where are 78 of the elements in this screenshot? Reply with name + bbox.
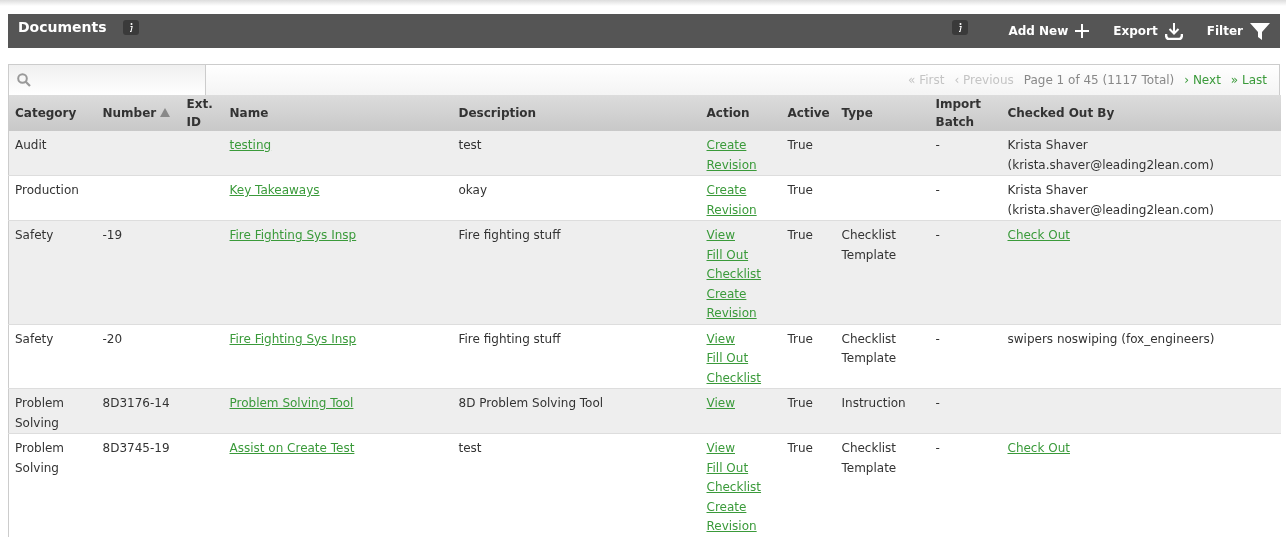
- table-cell: Safety: [15, 228, 54, 242]
- search-field[interactable]: [9, 65, 206, 95]
- action-link[interactable]: View: [706, 226, 735, 246]
- table-cell: 8D Problem Solving Tool: [458, 396, 604, 410]
- column-header[interactable]: Name: [223, 95, 453, 131]
- table-cell: True: [787, 331, 813, 346]
- action-link[interactable]: Create Revision: [706, 136, 776, 175]
- plus-icon: [1075, 24, 1090, 38]
- column-header[interactable]: Category: [8, 95, 97, 131]
- filter-icon: [1250, 22, 1270, 40]
- action-link[interactable]: Create Revision: [706, 284, 776, 324]
- check-out-link[interactable]: Check Out: [1007, 441, 1070, 455]
- column-header[interactable]: Checked Out By: [1001, 95, 1281, 131]
- table-cell: Problem Solving: [15, 396, 65, 430]
- document-link[interactable]: Problem Solving Tool: [229, 396, 354, 410]
- page-summary: Page 1 of 45 (1117 Total): [1023, 73, 1175, 87]
- table-cell: -20: [102, 331, 123, 346]
- download-icon: [1164, 22, 1183, 40]
- table-cell: Fire fighting stuff: [458, 228, 561, 242]
- table-cell: -: [935, 441, 940, 455]
- action-link[interactable]: Fill Out Checklist: [706, 349, 776, 388]
- page-title: Documents: [18, 19, 107, 35]
- pagination-link[interactable]: » Last: [1230, 73, 1267, 87]
- table-cell: Production: [15, 183, 79, 197]
- table-cell: Problem Solving: [15, 441, 65, 475]
- info-icon[interactable]: [952, 19, 969, 35]
- table-cell: swipers noswiping (fox_engineers): [1007, 331, 1215, 346]
- table-cell: Fire fighting stuff: [458, 331, 561, 346]
- table-cell: True: [787, 441, 813, 455]
- table-cell: -: [935, 138, 940, 152]
- document-link[interactable]: Fire Fighting Sys Insp: [229, 331, 357, 346]
- action-link[interactable]: Fill Out Checklist: [706, 245, 776, 285]
- action-link[interactable]: View: [706, 439, 735, 459]
- column-header[interactable]: Type: [835, 95, 930, 131]
- info-icon[interactable]: [122, 19, 139, 35]
- table-cell: Krista Shaver (krista.shaver@leading2lean.com): [1007, 138, 1214, 172]
- table-cell: test: [458, 138, 482, 152]
- action-link[interactable]: View: [706, 329, 735, 349]
- document-link[interactable]: Assist on Create Test: [229, 441, 355, 455]
- table-cell: 8D3176-14: [102, 396, 170, 410]
- search-icon: [17, 73, 31, 87]
- table-cell: -: [935, 228, 940, 242]
- table-cell: Audit: [15, 138, 47, 152]
- table-cell: -: [935, 396, 940, 410]
- column-header[interactable]: Number: [96, 95, 181, 131]
- action-link[interactable]: Create Revision: [706, 181, 776, 220]
- column-header[interactable]: Import Batch: [929, 95, 1002, 131]
- table-cell: Checklist Template: [841, 331, 897, 365]
- pagination-link[interactable]: › Next: [1184, 73, 1221, 87]
- column-header[interactable]: Ext. ID: [180, 95, 224, 131]
- filter-button[interactable]: Filter: [1206, 22, 1270, 40]
- column-header[interactable]: Active: [781, 95, 836, 131]
- table-cell: True: [787, 138, 813, 152]
- action-link[interactable]: Create Revision: [706, 497, 776, 537]
- table-cell: True: [787, 228, 813, 242]
- document-link[interactable]: Key Takeaways: [229, 183, 320, 197]
- column-header[interactable]: Description: [452, 95, 701, 131]
- check-out-link[interactable]: Check Out: [1007, 228, 1070, 242]
- table-cell: Checklist Template: [841, 441, 897, 475]
- table-cell: True: [787, 183, 813, 197]
- table-cell: 8D3745-19: [102, 441, 170, 455]
- column-header[interactable]: Action: [700, 95, 782, 131]
- add-button[interactable]: Add New: [1008, 24, 1090, 38]
- table-cell: Instruction: [841, 396, 906, 410]
- table-cell: -19: [102, 228, 123, 242]
- table-cell: -: [935, 183, 940, 197]
- document-link[interactable]: Fire Fighting Sys Insp: [229, 228, 357, 242]
- export-button[interactable]: Export: [1113, 22, 1183, 40]
- document-link[interactable]: testing: [229, 138, 272, 152]
- action-link[interactable]: View: [706, 394, 735, 414]
- table-cell: True: [787, 396, 813, 410]
- table-cell: test: [458, 441, 482, 455]
- action-link[interactable]: Fill Out Checklist: [706, 458, 776, 498]
- table-cell: -: [935, 331, 940, 346]
- table-cell: Safety: [15, 331, 54, 346]
- table-cell: okay: [458, 183, 488, 197]
- table-cell: Krista Shaver (krista.shaver@leading2lean.com): [1007, 183, 1214, 217]
- table-cell: Checklist Template: [841, 228, 897, 262]
